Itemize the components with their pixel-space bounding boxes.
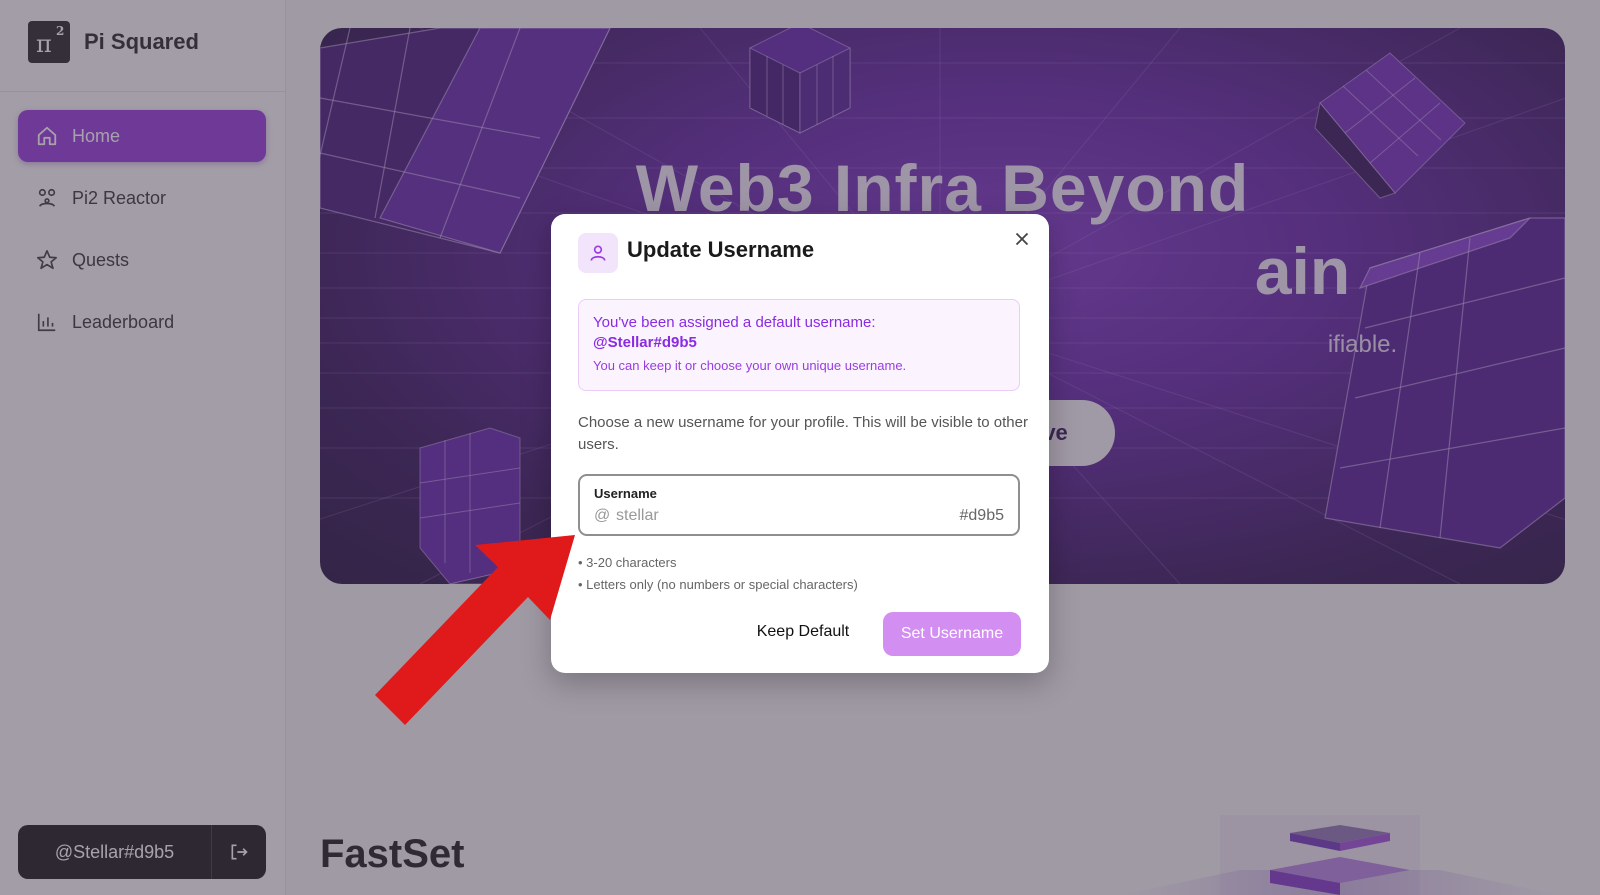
default-username: @Stellar#d9b5	[593, 334, 697, 351]
modal-header-icon	[578, 233, 618, 273]
modal-description: Choose a new username for your profile. …	[578, 414, 1028, 453]
close-button[interactable]	[1011, 228, 1033, 250]
hint-length: • 3-20 characters	[578, 555, 677, 570]
keep-default-button[interactable]: Keep Default	[743, 612, 863, 652]
hint-letters-only: • Letters only (no numbers or special ch…	[578, 577, 858, 592]
default-username-notice: You've been assigned a default username:…	[578, 299, 1020, 391]
notice-hint: You can keep it or choose your own uniqu…	[593, 358, 907, 373]
close-icon	[1015, 232, 1029, 246]
username-suffix: #d9b5	[959, 507, 1005, 524]
username-prefix: @	[594, 507, 611, 524]
username-label: Username	[594, 486, 657, 501]
modal-title: Update Username	[627, 237, 815, 262]
update-username-dialog: Update Username You've been assigned a d…	[551, 214, 1049, 673]
notice-message: You've been assigned a default username:	[593, 314, 876, 331]
username-input[interactable]	[616, 503, 916, 529]
user-icon	[590, 245, 606, 261]
set-username-button[interactable]: Set Username	[883, 612, 1021, 656]
username-field[interactable]: Username @ #d9b5	[578, 474, 1020, 536]
